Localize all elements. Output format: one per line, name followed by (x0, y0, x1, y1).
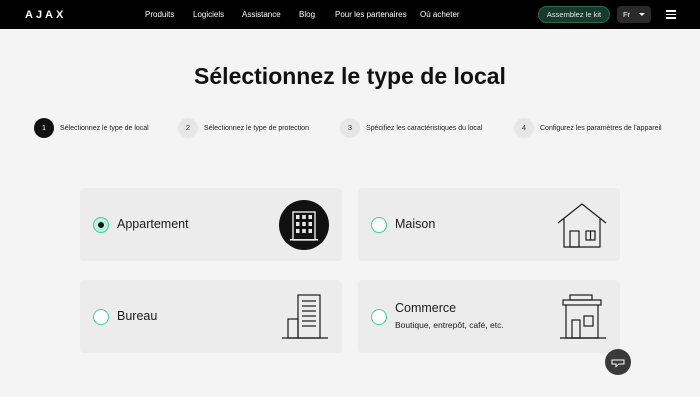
chevron-down-icon (639, 13, 645, 16)
option-card-bureau[interactable]: Bureau (80, 280, 342, 353)
chat-icon (611, 359, 625, 368)
radio-button[interactable] (371, 217, 387, 233)
nav-item-ou-acheter[interactable]: Où acheter (420, 10, 460, 19)
option-label: Appartement (117, 217, 189, 231)
assemble-kit-button[interactable]: Assemblez le kit (538, 6, 610, 23)
apartment-building-icon (279, 200, 329, 250)
nav-item-blog[interactable]: Blog (299, 10, 315, 19)
option-label: Bureau (117, 309, 158, 323)
page-title: Sélectionnez le type de local (194, 63, 506, 89)
chat-support-button[interactable] (605, 349, 631, 375)
step-2: 2 Sélectionnez le type de protection (178, 118, 309, 138)
option-card-maison[interactable]: Maison (358, 188, 620, 261)
step-number: 3 (340, 118, 360, 138)
language-value: Fr (623, 10, 631, 19)
hamburger-menu-icon[interactable] (666, 10, 676, 19)
option-label: Maison (395, 217, 436, 231)
ajax-logo[interactable]: AJAX (25, 9, 66, 21)
option-label: Commerce (395, 301, 457, 315)
step-label: Sélectionnez le type de protection (204, 124, 310, 132)
nav-item-produits[interactable]: Produits (145, 10, 174, 19)
step-3: 3 Spécifiez les caractéristiques du loca… (340, 118, 482, 138)
step-label: Sélectionnez le type de local (60, 124, 149, 132)
step-number: 2 (178, 118, 198, 138)
nav-item-logiciels[interactable]: Logiciels (193, 10, 224, 19)
option-card-appartement[interactable]: Appartement (80, 188, 342, 261)
nav-item-partenaires[interactable]: Pour les partenaires (335, 10, 407, 19)
language-select[interactable]: Fr (617, 6, 651, 23)
shop-icon (560, 294, 606, 339)
option-subtitle: Boutique, entrepôt, café, etc. (395, 320, 504, 330)
option-card-commerce[interactable]: Commerce Boutique, entrepôt, café, etc. (358, 280, 620, 353)
office-building-icon (282, 294, 328, 339)
radio-button[interactable] (93, 217, 109, 233)
step-4: 4 Configurez les paramètres de l'apparei… (514, 118, 662, 138)
house-icon (557, 203, 607, 248)
radio-button[interactable] (371, 309, 387, 325)
step-number: 1 (34, 118, 54, 138)
radio-button[interactable] (93, 309, 109, 325)
top-nav-bar: AJAX Produits Logiciels Assistance Blog … (0, 0, 700, 29)
step-label: Spécifiez les caractéristiques du local (366, 124, 483, 132)
step-number: 4 (514, 118, 534, 138)
step-label: Configurez les paramètres de l'appareil (540, 124, 662, 132)
step-1: 1 Sélectionnez le type de local (34, 118, 149, 138)
nav-item-assistance[interactable]: Assistance (242, 10, 281, 19)
